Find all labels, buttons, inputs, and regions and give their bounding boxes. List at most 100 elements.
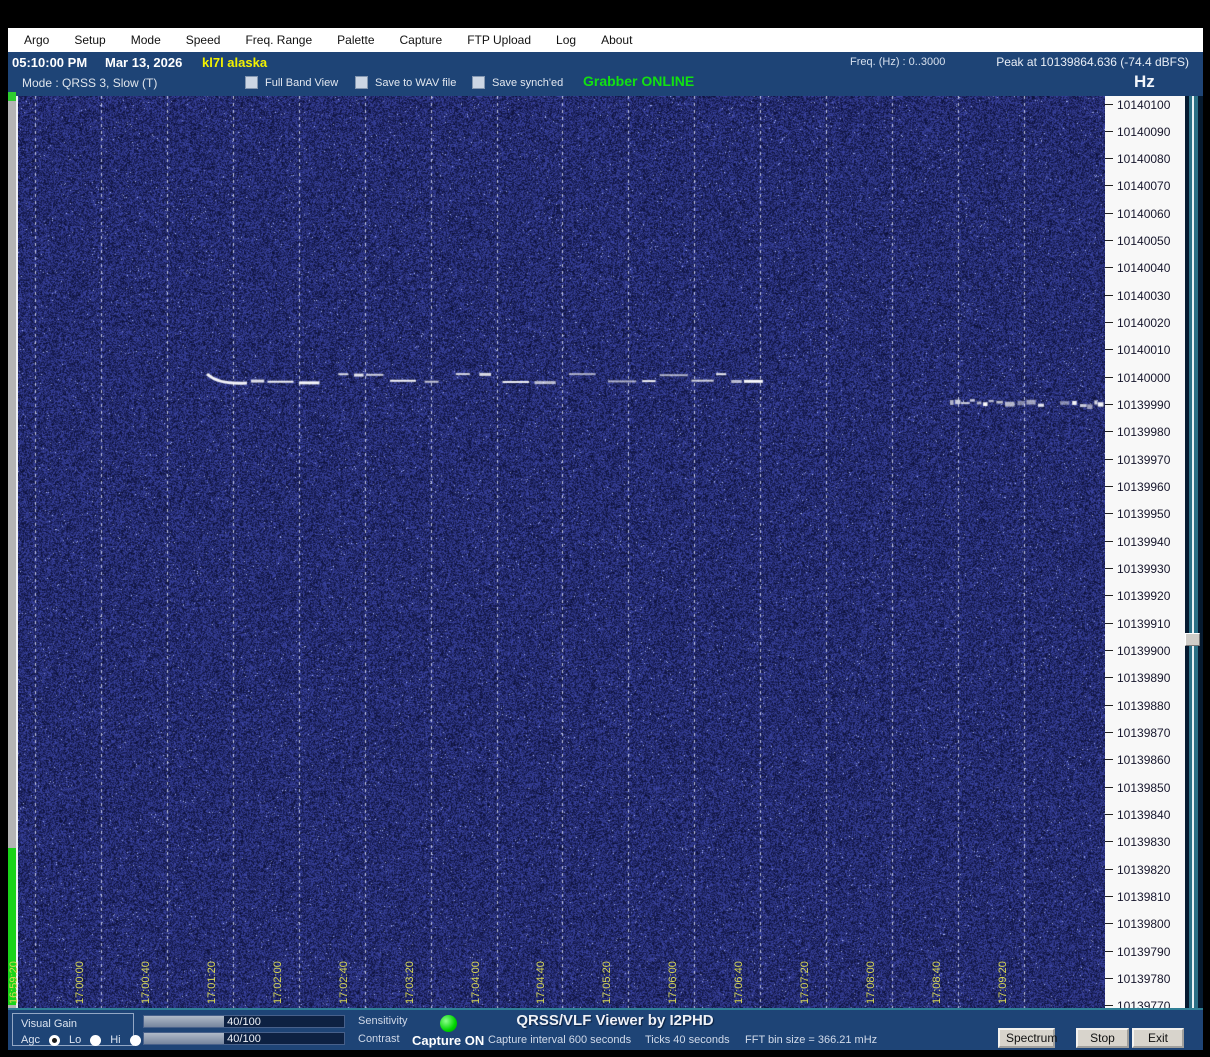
checkbox-full-band-view[interactable]: Full Band View — [245, 76, 338, 89]
freq-tick-mark — [1105, 376, 1113, 378]
freq-tick-mark — [1105, 622, 1113, 624]
freq-tick-label: 10139930 — [1105, 562, 1185, 576]
freq-tick-label: 10139800 — [1105, 917, 1185, 931]
menu-item-freq-range[interactable]: Freq. Range — [245, 33, 312, 47]
sensitivity-slider[interactable]: 40/100 — [143, 1015, 345, 1028]
app-title: QRSS/VLF Viewer by I2PHD — [516, 1012, 714, 1029]
status-bar: 05:10:00 PM Mar 13, 2026 kl7l alaska Fre… — [8, 52, 1203, 72]
control-bar: Visual Gain Agc Lo Hi 40/100 40/100 Sensit… — [8, 1008, 1203, 1048]
frequency-scrollbar[interactable] — [1185, 96, 1203, 1008]
freq-tick-label: 10139810 — [1105, 890, 1185, 904]
visual-gain-group: Visual Gain Agc Lo Hi — [12, 1013, 141, 1046]
checkbox-label: Full Band View — [265, 76, 339, 89]
visual-gain-label: Visual Gain — [21, 1018, 78, 1030]
time-tick-label: 17:04:40 — [535, 961, 548, 1004]
contrast-value: 40/100 — [227, 1033, 261, 1045]
time-tick-label: 17:04:00 — [469, 961, 482, 1004]
menu-item-palette[interactable]: Palette — [337, 33, 374, 47]
freq-tick-mark — [1105, 978, 1113, 980]
contrast-slider[interactable]: 40/100 — [143, 1032, 345, 1045]
menu-item-capture[interactable]: Capture — [400, 33, 443, 47]
time-tick-label: 16:59:20 — [8, 961, 20, 1004]
menu-item-setup[interactable]: Setup — [74, 33, 105, 47]
freq-tick-label: 10139880 — [1105, 699, 1185, 713]
freq-tick-label: 10139890 — [1105, 671, 1185, 685]
freq-tick-label: 10139770 — [1105, 999, 1185, 1008]
freq-tick-label: 10140100 — [1105, 98, 1185, 112]
radio-label-lo: Lo — [68, 1034, 82, 1046]
freq-tick-mark — [1105, 568, 1113, 570]
visual-gain-radios: Agc Lo Hi — [21, 1034, 141, 1046]
freq-tick-mark — [1105, 650, 1113, 652]
stop-button[interactable]: Stop — [1076, 1028, 1129, 1048]
freq-tick-label: 10139790 — [1105, 945, 1185, 959]
time-tick-label: 17:03:20 — [403, 961, 416, 1004]
freq-tick-mark — [1105, 704, 1113, 706]
freq-tick-label: 10140000 — [1105, 371, 1185, 385]
menu-item-about[interactable]: About — [601, 33, 632, 47]
menu-item-speed[interactable]: Speed — [186, 33, 221, 47]
freq-tick-mark — [1105, 513, 1113, 515]
capture-status: Capture ON — [412, 1033, 485, 1048]
time-tick-label: 17:00:40 — [139, 961, 152, 1004]
radio-label-agc: Agc — [21, 1034, 40, 1046]
freq-axis-unit: Hz — [1134, 72, 1155, 91]
freq-tick-label: 10140010 — [1105, 343, 1185, 357]
menu-item-argo[interactable]: Argo — [24, 33, 49, 47]
freq-tick-mark — [1105, 240, 1113, 242]
menu-item-ftp-upload[interactable]: FTP Upload — [467, 33, 531, 47]
freq-tick-label: 10139990 — [1105, 398, 1185, 412]
freq-range-readout: Freq. (Hz) : 0..3000 — [850, 56, 946, 68]
spectrum-button[interactable]: Spectrum — [998, 1028, 1057, 1048]
time-tick-label: 17:06:00 — [667, 961, 680, 1004]
freq-tick-mark — [1105, 540, 1113, 542]
freq-tick-mark — [1105, 322, 1113, 324]
capture-interval-label: Capture interval 600 seconds — [488, 1034, 632, 1046]
freq-tick-mark — [1105, 130, 1113, 132]
callsign-label: kl7l alaska — [202, 55, 268, 70]
checkbox-label: Save synch'ed — [492, 76, 564, 89]
freq-tick-label: 10139840 — [1105, 808, 1185, 822]
time-tick-label: 17:09:20 — [996, 961, 1009, 1004]
grabber-status: Grabber ONLINE — [583, 73, 695, 89]
menu-bar: Argo Setup Mode Speed Freq. Range Palette Capt… — [8, 28, 1203, 52]
freq-tick-mark — [1105, 923, 1113, 925]
freq-tick-label: 10140050 — [1105, 234, 1185, 248]
freq-tick-mark — [1105, 103, 1113, 105]
freq-tick-label: 10139860 — [1105, 753, 1185, 767]
time-tick-label: 17:02:40 — [337, 961, 350, 1004]
time-tick-label: 17:00:00 — [73, 961, 86, 1004]
freq-tick-label: 10139900 — [1105, 644, 1185, 658]
fft-bin-label: FFT bin size = 366.21 mHz — [745, 1034, 878, 1046]
radio-lo[interactable] — [90, 1034, 102, 1046]
freq-tick-label: 10139820 — [1105, 863, 1185, 877]
peak-readout: Peak at 10139864.636 (-74.4 dBFS) — [996, 55, 1189, 69]
freq-tick-mark — [1105, 294, 1113, 296]
checkbox-save-synch-ed[interactable]: Save synch'ed — [472, 76, 563, 89]
menu-item-mode[interactable]: Mode — [131, 33, 161, 47]
spectrogram-waterfall[interactable] — [18, 96, 1105, 1008]
radio-label-hi: Hi — [110, 1034, 121, 1046]
time-tick-label: 17:07:20 — [799, 961, 812, 1004]
freq-tick-label: 10139980 — [1105, 425, 1185, 439]
checkbox-icon[interactable] — [355, 76, 368, 89]
clock: 05:10:00 PM — [12, 55, 88, 70]
freq-tick-mark — [1105, 759, 1113, 761]
radio-hi[interactable] — [129, 1034, 141, 1046]
ticks-label: Ticks 40 seconds — [645, 1034, 730, 1046]
radio-agc[interactable] — [48, 1034, 60, 1046]
checkbox-save-to-wav-file[interactable]: Save to WAV file — [355, 76, 456, 89]
checkbox-icon[interactable] — [245, 76, 258, 89]
freq-tick-label: 10140040 — [1105, 261, 1185, 275]
menu-item-log[interactable]: Log — [556, 33, 576, 47]
time-tick-label: 17:02:00 — [271, 961, 284, 1004]
exit-button[interactable]: Exit — [1132, 1028, 1184, 1048]
capture-led-icon — [440, 1015, 457, 1032]
freq-tick-label: 10140020 — [1105, 316, 1185, 330]
freq-tick-mark — [1105, 677, 1113, 679]
scrollbar-thumb[interactable] — [1185, 633, 1200, 646]
checkbox-icon[interactable] — [472, 76, 485, 89]
freq-tick-label: 10139870 — [1105, 726, 1185, 740]
freq-tick-mark — [1105, 595, 1113, 597]
freq-tick-mark — [1105, 814, 1113, 816]
